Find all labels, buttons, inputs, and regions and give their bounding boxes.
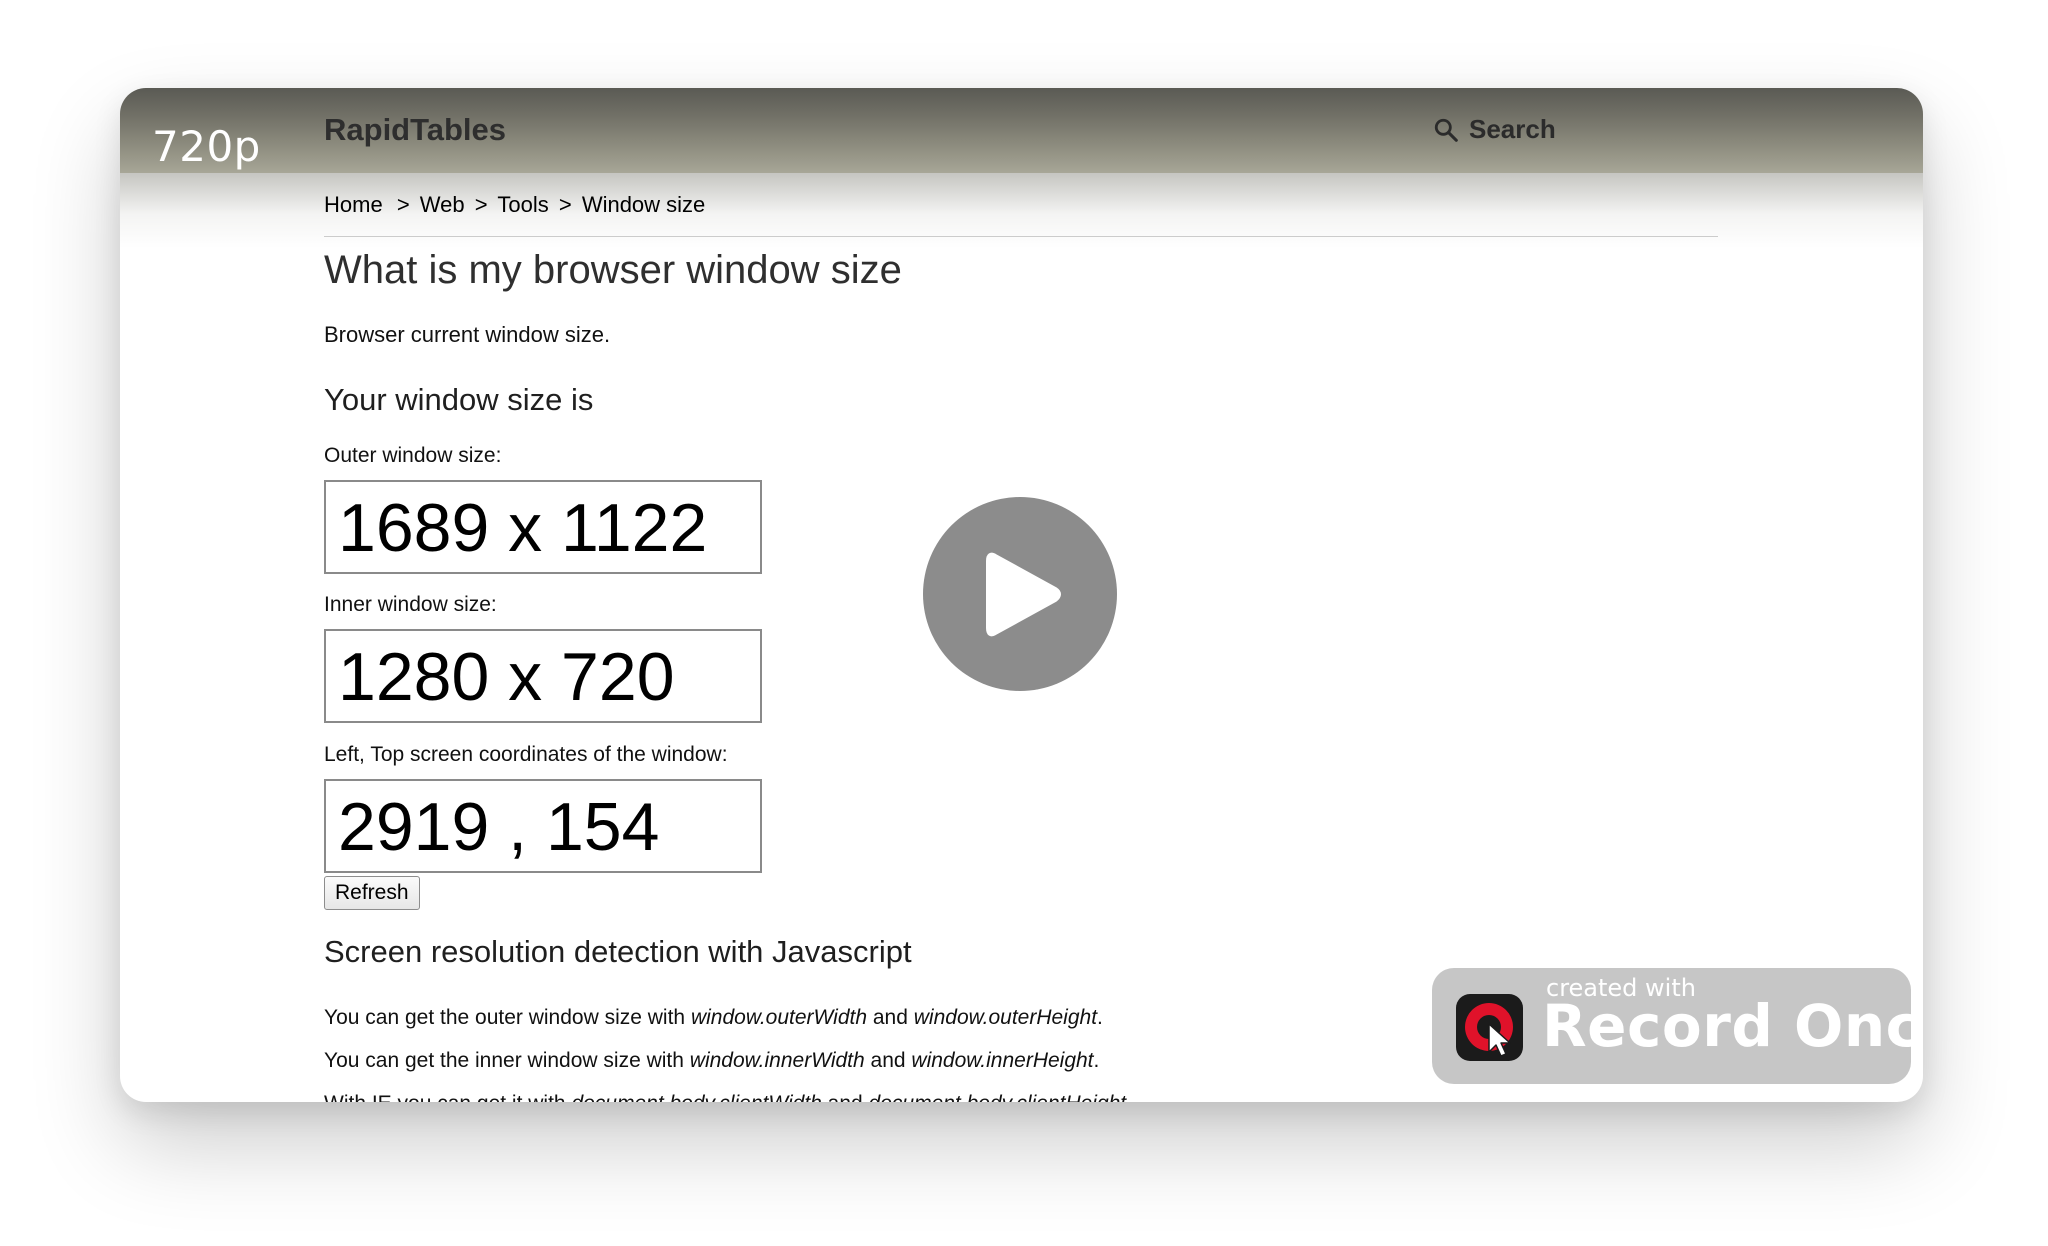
info-line: With IE you can get it with document.bod… (324, 1092, 1132, 1102)
info-line: You can get the inner window size with w… (324, 1049, 1099, 1073)
js-section-heading: Screen resolution detection with Javascr… (324, 934, 912, 969)
code-client-height: document.body.clientHeight (869, 1092, 1127, 1102)
screenshot-stage: 720p RapidTables Search Home > Web > Too… (0, 0, 2048, 1246)
code-outer-height: window.outerHeight (913, 1006, 1098, 1029)
coords-field[interactable]: 2919 , 154 (324, 779, 762, 873)
divider (324, 236, 1718, 237)
video-frame: 720p RapidTables Search Home > Web > Too… (120, 88, 1923, 1102)
breadcrumb-tools[interactable]: Tools (497, 192, 548, 217)
code-inner-width: window.innerWidth (689, 1049, 865, 1072)
page-title: What is my browser window size (324, 248, 902, 292)
code-client-width: document.body.clientWidth (571, 1092, 821, 1102)
info-text: . (1097, 1006, 1103, 1029)
search-button[interactable]: Search (1433, 114, 1556, 145)
outer-size-label: Outer window size: (324, 444, 502, 467)
info-text: You can get the outer window size with (324, 1006, 691, 1029)
breadcrumb-separator: > (474, 192, 488, 217)
info-text: You can get the inner window size with (324, 1049, 690, 1072)
outer-size-field[interactable]: 1689 x 1122 (324, 480, 762, 574)
search-label: Search (1469, 114, 1556, 144)
play-icon (986, 552, 1061, 637)
code-inner-height: window.innerHeight (911, 1049, 1094, 1072)
refresh-button[interactable]: Refresh (324, 876, 420, 910)
search-icon (1434, 118, 1458, 142)
info-text: . (1126, 1092, 1132, 1102)
breadcrumb: Home > Web > Tools > Window size (324, 192, 705, 218)
info-text: and (822, 1092, 869, 1102)
info-line: You can get the outer window size with w… (324, 1006, 1103, 1030)
inner-size-label: Inner window size: (324, 593, 497, 616)
breadcrumb-home[interactable]: Home (324, 192, 383, 217)
record-once-watermark[interactable]: created with Record Once (1432, 968, 1923, 1084)
breadcrumb-separator: > (396, 192, 410, 217)
section-heading: Your window size is (324, 382, 594, 417)
info-text: . (1093, 1049, 1100, 1072)
site-logo[interactable]: RapidTables (324, 112, 506, 148)
inner-size-field[interactable]: 1280 x 720 (324, 629, 762, 723)
quality-label[interactable]: 720p (152, 122, 261, 171)
code-outer-width: window.outerWidth (690, 1006, 868, 1029)
info-text: and (864, 1049, 912, 1072)
record-once-logo-icon (1456, 994, 1523, 1061)
breadcrumb-current[interactable]: Window size (582, 192, 705, 217)
breadcrumb-separator: > (558, 192, 572, 217)
coords-label: Left, Top screen coordinates of the wind… (324, 743, 728, 766)
info-text: With IE you can get it with (324, 1092, 571, 1102)
intro-text: Browser current window size. (324, 322, 611, 347)
info-text: and (867, 1006, 914, 1029)
watermark-brand-text: Record Once (1542, 992, 1923, 1060)
play-button[interactable] (923, 497, 1117, 691)
breadcrumb-web[interactable]: Web (420, 192, 465, 217)
